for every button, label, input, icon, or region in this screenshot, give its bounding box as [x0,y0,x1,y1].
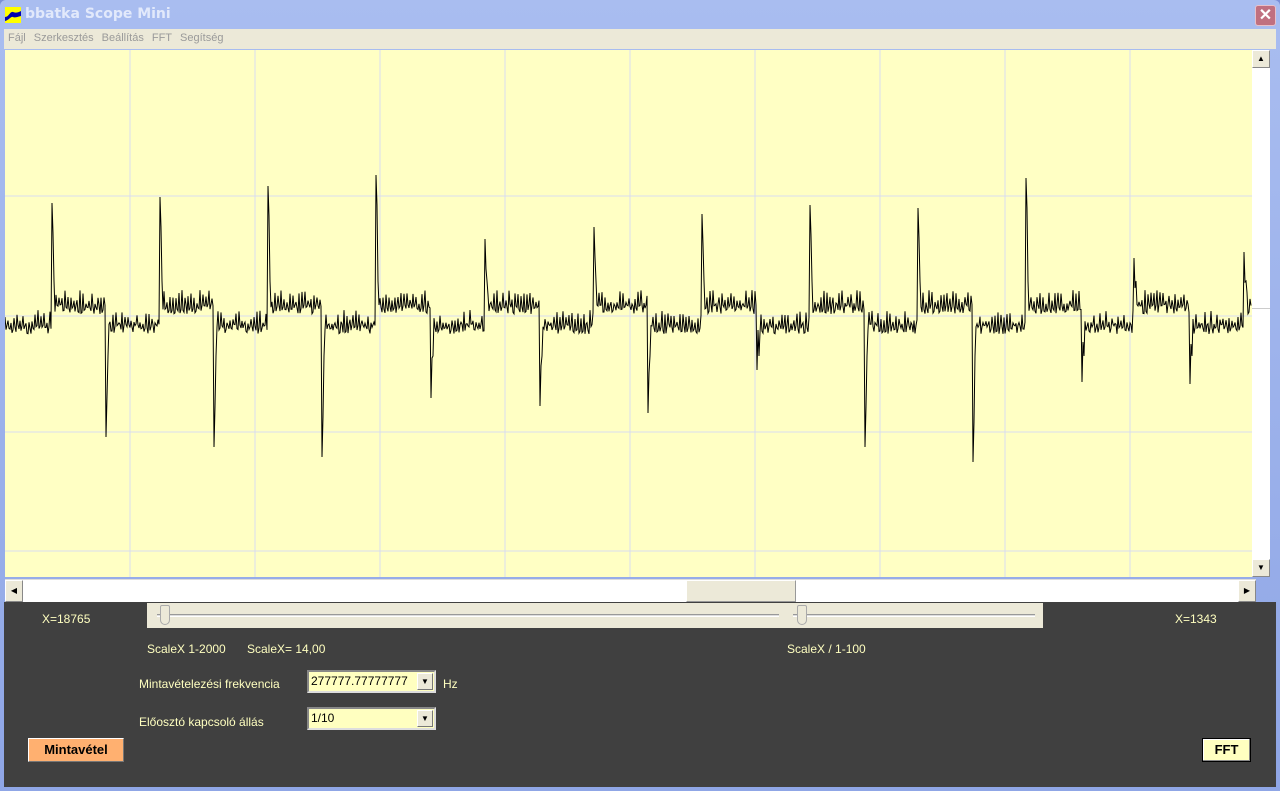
scale-value-label: ScaleX= 14,00 [247,642,326,656]
horizontal-scrollbar[interactable]: ◀ ▶ [5,579,1256,602]
scroll-down-button[interactable]: ▼ [1252,559,1270,577]
scale-div-slider-thumb[interactable] [797,605,807,625]
menu-file[interactable]: Fájl [4,29,30,44]
control-panel: X=18765 X=1343 ScaleX 1-2000 ScaleX= 14,… [4,602,1276,787]
oscilloscope-plot[interactable] [5,50,1252,577]
title-bar: bbatka Scope Mini ✕ [0,0,1280,29]
frequency-unit: Hz [443,677,458,691]
horizontal-scroll-thumb[interactable] [686,580,796,602]
menu-settings[interactable]: Beállítás [98,29,148,44]
x-right-readout: X=1343 [1175,612,1217,626]
scope-app-icon [5,7,21,23]
menu-edit[interactable]: Szerkesztés [30,29,98,44]
arrow-down-icon: ▼ [1257,563,1265,572]
prescaler-value: 1/10 [311,711,335,725]
chevron-down-icon[interactable]: ▼ [417,673,433,690]
scale-slider-thumb[interactable] [160,605,170,625]
waveform-trace [5,174,1252,463]
close-icon: ✕ [1258,7,1273,24]
menu-fft[interactable]: FFT [148,29,176,44]
scale-slider-bar [147,603,1043,628]
frequency-combobox[interactable]: 277777.77777777 ▼ [307,670,436,693]
scale-div-range-label: ScaleX / 1-100 [787,642,866,656]
menu-bar: Fájl Szerkesztés Beállítás FFT Segítség [4,29,1276,49]
prescaler-combobox[interactable]: 1/10 ▼ [307,707,436,730]
x-left-readout: X=18765 [42,612,91,626]
scale-slider-track[interactable] [157,614,779,617]
vertical-scrollbar[interactable]: ▲ ▼ [1252,50,1270,577]
menu-help[interactable]: Segítség [176,29,227,44]
scale-div-slider-track[interactable] [793,614,1035,617]
frequency-label: Mintavételezési frekvencia [139,677,280,691]
arrow-left-icon: ◀ [10,586,18,595]
vertical-scroll-thumb[interactable] [1252,308,1270,316]
scroll-right-button[interactable]: ▶ [1238,580,1256,602]
app-window: bbatka Scope Mini ✕ Fájl Szerkesztés Beáll… [0,0,1280,791]
prescaler-label: Előosztó kapcsoló állás [139,715,264,729]
scroll-left-button[interactable]: ◀ [5,580,23,602]
waveform-canvas [5,50,1252,577]
scroll-up-button[interactable]: ▲ [1252,50,1270,68]
sample-button[interactable]: Mintavétel [28,738,124,762]
scale-range-label: ScaleX 1-2000 [147,642,226,656]
arrow-up-icon: ▲ [1257,54,1265,63]
fft-button[interactable]: FFT [1202,738,1251,762]
chevron-down-icon[interactable]: ▼ [417,710,433,727]
close-button[interactable]: ✕ [1255,5,1276,26]
frequency-value: 277777.77777777 [311,674,408,688]
arrow-right-icon: ▶ [1243,586,1251,595]
window-title: bbatka Scope Mini [25,6,171,22]
